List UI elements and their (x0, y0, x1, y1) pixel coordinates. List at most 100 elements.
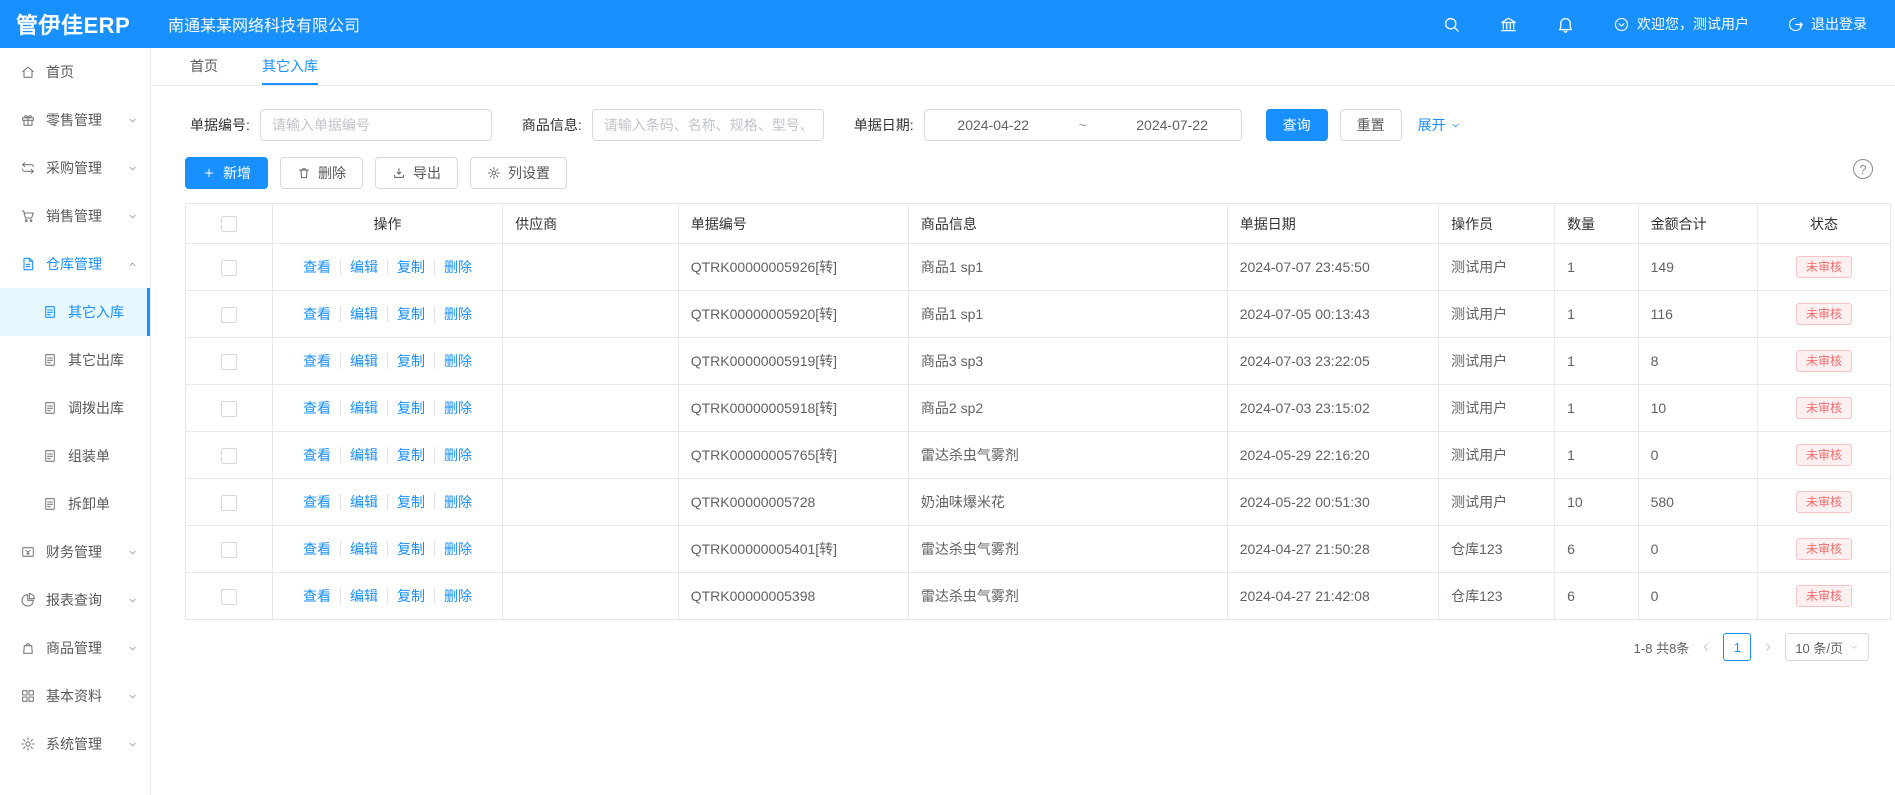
column-settings-button[interactable]: 列设置 (470, 157, 567, 189)
edit-link[interactable]: 编辑 (340, 353, 378, 369)
row-checkbox[interactable] (221, 401, 237, 417)
date-range-picker[interactable]: 2024-04-22 ~ 2024-07-22 (924, 109, 1242, 141)
sidebar-item-goods[interactable]: 商品管理 (0, 624, 150, 672)
cell-status: 未审核 (1757, 291, 1890, 338)
reset-button[interactable]: 重置 (1340, 109, 1402, 141)
delete-link[interactable]: 删除 (434, 541, 472, 557)
row-checkbox[interactable] (221, 260, 237, 276)
sidebar-subitem-other-inbound[interactable]: 其它入库 (0, 288, 150, 336)
select-all-checkbox[interactable] (221, 216, 237, 232)
date-start-value[interactable]: 2024-04-22 (957, 117, 1029, 133)
tab-home[interactable]: 首页 (190, 48, 218, 85)
view-link[interactable]: 查看 (303, 306, 331, 322)
select-all-header-cell (186, 204, 273, 244)
view-link[interactable]: 查看 (303, 353, 331, 369)
delete-link[interactable]: 删除 (434, 588, 472, 604)
row-checkbox[interactable] (221, 307, 237, 323)
view-link[interactable]: 查看 (303, 541, 331, 557)
expand-link[interactable]: 展开 (1418, 115, 1461, 135)
next-page-button[interactable] (1761, 640, 1775, 654)
copy-link[interactable]: 复制 (387, 447, 425, 463)
welcome-user[interactable]: 欢迎您，测试用户 (1613, 14, 1749, 34)
sidebar-item-system[interactable]: 系统管理 (0, 720, 150, 768)
bill-no-input[interactable] (260, 109, 492, 141)
view-link[interactable]: 查看 (303, 447, 331, 463)
copy-link[interactable]: 复制 (387, 494, 425, 510)
copy-link[interactable]: 复制 (387, 541, 425, 557)
row-checkbox[interactable] (221, 589, 237, 605)
sidebar-item-sales[interactable]: 销售管理 (0, 192, 150, 240)
page-size-select[interactable]: 10 条/页 (1785, 633, 1869, 661)
view-link[interactable]: 查看 (303, 494, 331, 510)
cell-operator: 测试用户 (1439, 244, 1555, 291)
cell-supplier (503, 244, 679, 291)
page-number-button[interactable]: 1 (1723, 633, 1751, 661)
edit-link[interactable]: 编辑 (340, 400, 378, 416)
sidebar-item-retail[interactable]: 零售管理 (0, 96, 150, 144)
sidebar-subitem-assembly-order[interactable]: 组装单 (0, 432, 150, 480)
sidebar-subitem-other-outbound[interactable]: 其它出库 (0, 336, 150, 384)
delete-link[interactable]: 删除 (434, 400, 472, 416)
delete-link[interactable]: 删除 (434, 447, 472, 463)
sidebar-item-basic-data[interactable]: 基本资料 (0, 672, 150, 720)
edit-link[interactable]: 编辑 (340, 306, 378, 322)
export-button-label: 导出 (413, 163, 441, 183)
sidebar-item-report[interactable]: 报表查询 (0, 576, 150, 624)
edit-link[interactable]: 编辑 (340, 541, 378, 557)
row-checkbox[interactable] (221, 542, 237, 558)
row-checkbox[interactable] (221, 495, 237, 511)
warehouse-icon (20, 256, 36, 272)
copy-link[interactable]: 复制 (387, 588, 425, 604)
row-checkbox[interactable] (221, 354, 237, 370)
cell-goods-info: 商品2 sp2 (908, 385, 1227, 432)
bank-icon[interactable] (1499, 15, 1518, 34)
cell-bill-no: QTRK00000005401[转] (678, 526, 908, 573)
logout-button[interactable]: 退出登录 (1787, 14, 1867, 34)
help-icon[interactable]: ? (1853, 159, 1873, 179)
export-button[interactable]: 导出 (375, 157, 458, 189)
table-row: 查看编辑复制删除QTRK00000005728奶油味爆米花2024-05-22 … (186, 479, 1891, 526)
edit-link[interactable]: 编辑 (340, 259, 378, 275)
tab-other-inbound[interactable]: 其它入库 (262, 48, 318, 85)
search-button[interactable]: 查询 (1266, 109, 1328, 141)
header-icons (1442, 15, 1575, 34)
sidebar-item-finance[interactable]: 财务管理 (0, 528, 150, 576)
sidebar-item-purchase[interactable]: 采购管理 (0, 144, 150, 192)
column-header-bill-no: 单据编号 (678, 204, 908, 244)
view-link[interactable]: 查看 (303, 259, 331, 275)
cell-status: 未审核 (1757, 479, 1890, 526)
sidebar-item-home[interactable]: 首页 (0, 48, 150, 96)
edit-link[interactable]: 编辑 (340, 494, 378, 510)
sidebar-subitem-transfer-outbound[interactable]: 调拨出库 (0, 384, 150, 432)
cell-bill-date: 2024-07-03 23:22:05 (1227, 338, 1438, 385)
copy-link[interactable]: 复制 (387, 306, 425, 322)
sidebar-subitem-disassembly-order[interactable]: 拆卸单 (0, 480, 150, 528)
view-link[interactable]: 查看 (303, 588, 331, 604)
cell-operator: 测试用户 (1439, 338, 1555, 385)
search-icon[interactable] (1442, 15, 1461, 34)
delete-link[interactable]: 删除 (434, 494, 472, 510)
copy-link[interactable]: 复制 (387, 400, 425, 416)
table-row: 查看编辑复制删除QTRK00000005918[转]商品2 sp22024-07… (186, 385, 1891, 432)
purchase-icon (20, 160, 36, 176)
edit-link[interactable]: 编辑 (340, 447, 378, 463)
delete-link[interactable]: 删除 (434, 353, 472, 369)
delete-button[interactable]: 删除 (280, 157, 363, 189)
cell-quantity: 6 (1555, 573, 1639, 620)
prev-page-button[interactable] (1699, 640, 1713, 654)
bell-icon[interactable] (1556, 15, 1575, 34)
edit-link[interactable]: 编辑 (340, 588, 378, 604)
row-checkbox[interactable] (221, 448, 237, 464)
sidebar-item-warehouse[interactable]: 仓库管理 (0, 240, 150, 288)
delete-link[interactable]: 删除 (434, 306, 472, 322)
file-icon (42, 304, 58, 320)
add-button[interactable]: 新增 (185, 157, 268, 189)
goods-info-input[interactable] (592, 109, 824, 141)
copy-link[interactable]: 复制 (387, 259, 425, 275)
cell-supplier (503, 385, 679, 432)
date-end-value[interactable]: 2024-07-22 (1136, 117, 1208, 133)
delete-link[interactable]: 删除 (434, 259, 472, 275)
view-link[interactable]: 查看 (303, 400, 331, 416)
copy-link[interactable]: 复制 (387, 353, 425, 369)
cell-actions: 查看编辑复制删除 (272, 479, 502, 526)
